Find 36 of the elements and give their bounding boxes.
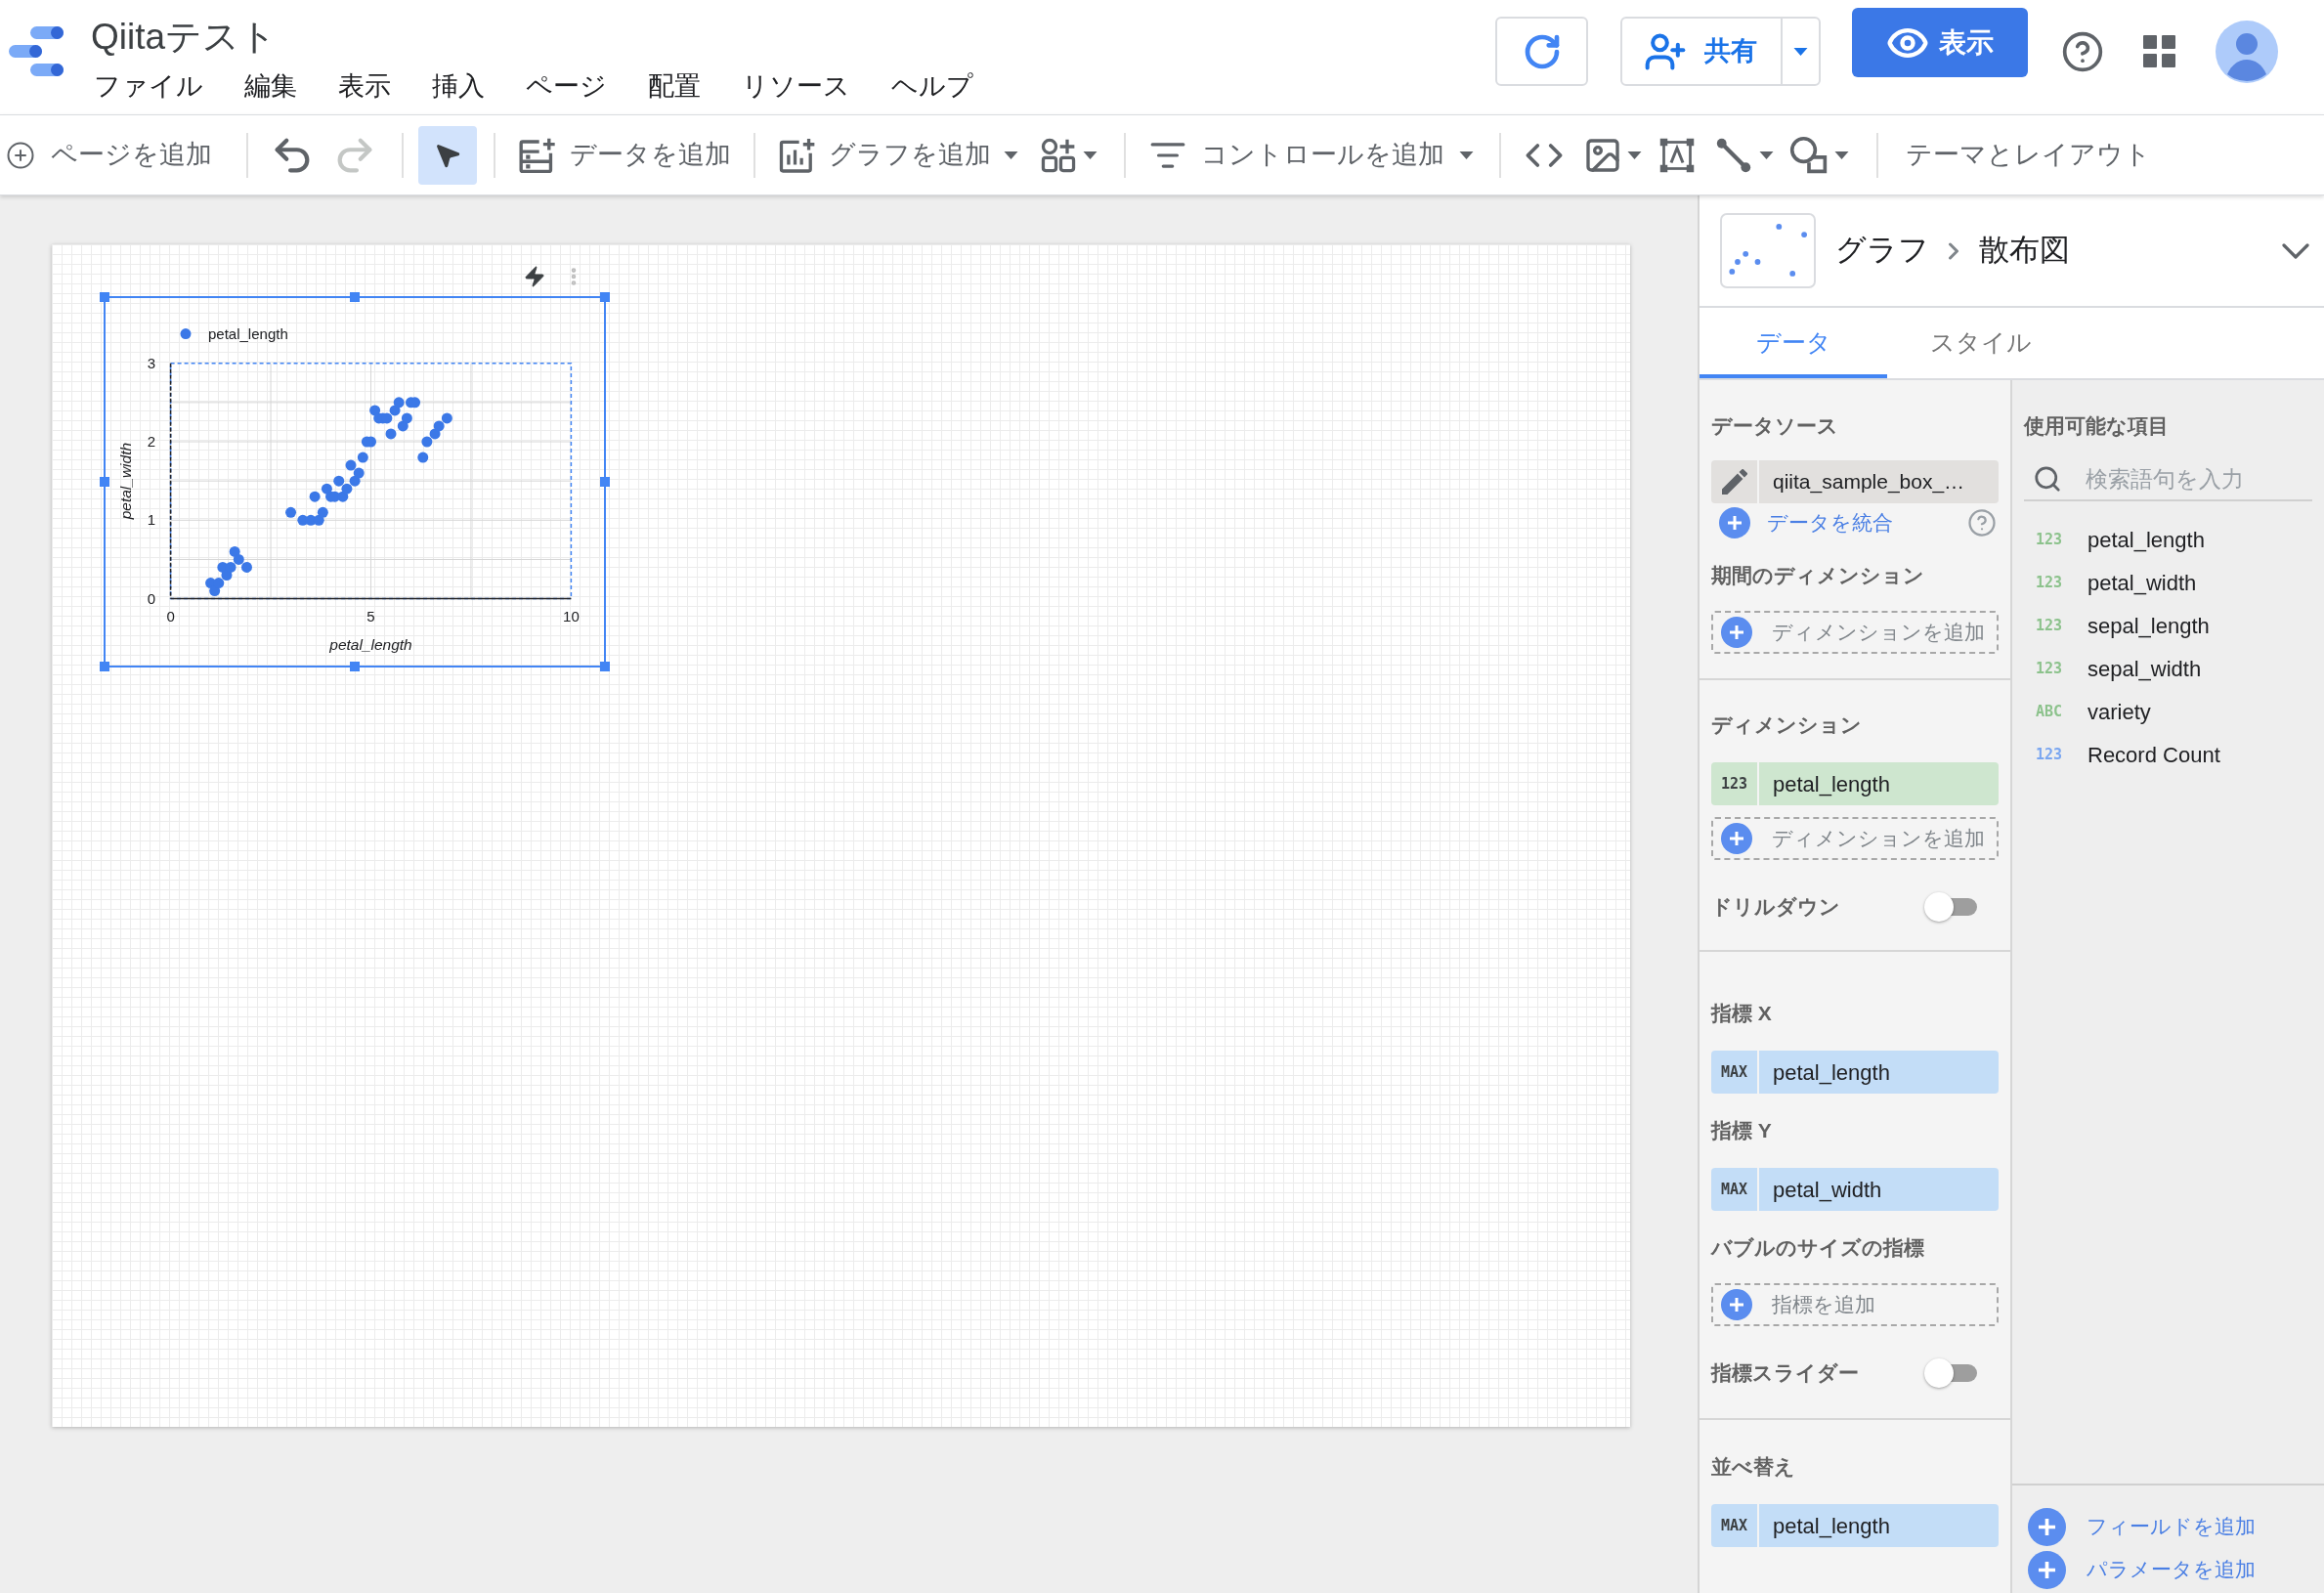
section-heading: ディメンション <box>1711 712 1862 738</box>
field-type-label: ABC <box>2036 701 2064 722</box>
field-type-label: 123 <box>2036 744 2064 765</box>
axis-tick-label: 2 <box>147 433 156 450</box>
toggle-label: ドリルダウン <box>1711 894 1840 921</box>
axis-tick-label: 0 <box>147 589 156 607</box>
field-name: petal_width <box>1772 1176 1882 1204</box>
section-heading: 使用可能な項目 <box>2024 413 2169 440</box>
aggregation-label: MAX <box>1711 1051 1759 1094</box>
field-name: petal_length <box>1772 1058 1890 1087</box>
legend-label: petal_length <box>208 324 288 342</box>
axis-tick-label: 0 <box>166 608 175 624</box>
field-type-label: 123 <box>1711 762 1759 805</box>
breadcrumb-current: 散布図 <box>1979 232 2070 270</box>
field-name: petal_length <box>1772 770 1890 798</box>
aggregation-label: MAX <box>1711 1504 1759 1547</box>
axis-tick-label: 3 <box>147 354 156 371</box>
section-heading: 期間のディメンション <box>1711 563 1924 588</box>
field-name: petal_length <box>1772 1512 1890 1540</box>
axis-tick-label: 5 <box>366 608 375 624</box>
axis-tick-label: 10 <box>563 608 580 624</box>
aggregation-label: MAX <box>1711 1168 1759 1211</box>
axis-tick-label: 1 <box>147 511 156 529</box>
field-type-label: 123 <box>2036 572 2064 593</box>
section-heading: 指標 Y <box>1711 1118 1772 1143</box>
field-type-label: 123 <box>2036 615 2064 636</box>
axis-title: petal_width <box>117 442 134 520</box>
toggle-label: 指標スライダー <box>1711 1360 1859 1387</box>
section-heading: バブルのサイズの指標 <box>1711 1235 1924 1261</box>
section-heading: 並べ替え <box>1711 1454 1795 1480</box>
section-heading: データソース <box>1711 413 1838 439</box>
field-type-label: 123 <box>2036 658 2064 679</box>
section-heading: 指標 X <box>1711 1001 1772 1026</box>
data-source-name: qiita_sample_box_… <box>1772 469 1965 495</box>
axis-title: petal_length <box>329 636 412 653</box>
field-type-label: 123 <box>2036 529 2064 550</box>
